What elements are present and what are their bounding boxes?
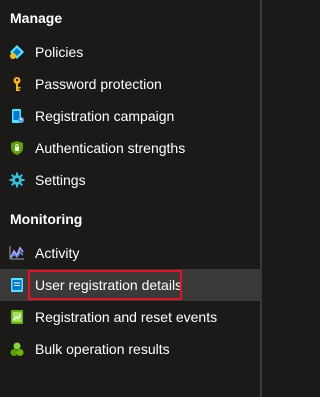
nav-item-activity[interactable]: Activity	[0, 237, 260, 269]
activity-chart-icon	[9, 246, 24, 260]
registration-campaign-icon	[12, 109, 24, 123]
highlight-annotation-box	[28, 270, 182, 300]
nav-item-registration-campaign[interactable]: Registration campaign	[0, 100, 260, 132]
nav-item-label: Activity	[35, 245, 80, 261]
nav-item-label: Registration and reset events	[35, 309, 218, 325]
panel-divider	[260, 0, 262, 397]
section-header-manage: Manage	[10, 10, 63, 26]
nav-item-label: Settings	[35, 172, 86, 188]
policies-icon	[10, 45, 24, 59]
user-details-icon	[11, 278, 23, 292]
bulk-operations-icon	[10, 342, 24, 356]
nav-item-policies[interactable]: Policies	[0, 36, 260, 68]
nav-item-user-registration-details[interactable]: User registration details	[0, 269, 260, 301]
nav-item-registration-and-reset-events[interactable]: Registration and reset events	[0, 301, 260, 333]
gear-icon	[9, 172, 25, 188]
section-header-monitoring: Monitoring	[10, 211, 83, 227]
nav-item-label: Authentication strengths	[35, 140, 186, 156]
nav-item-bulk-operation-results[interactable]: Bulk operation results	[0, 333, 260, 365]
nav-item-label: Registration campaign	[35, 108, 175, 124]
key-icon	[13, 77, 21, 91]
nav-item-label: Bulk operation results	[35, 341, 170, 357]
nav-item-label: Password protection	[35, 76, 162, 92]
nav-item-settings[interactable]: Settings	[0, 164, 260, 196]
nav-item-password-protection[interactable]: Password protection	[0, 68, 260, 100]
events-log-icon	[11, 310, 23, 324]
nav-item-label: Policies	[35, 44, 84, 60]
shield-icon	[11, 141, 23, 155]
nav-item-authentication-strengths[interactable]: Authentication strengths	[0, 132, 260, 164]
